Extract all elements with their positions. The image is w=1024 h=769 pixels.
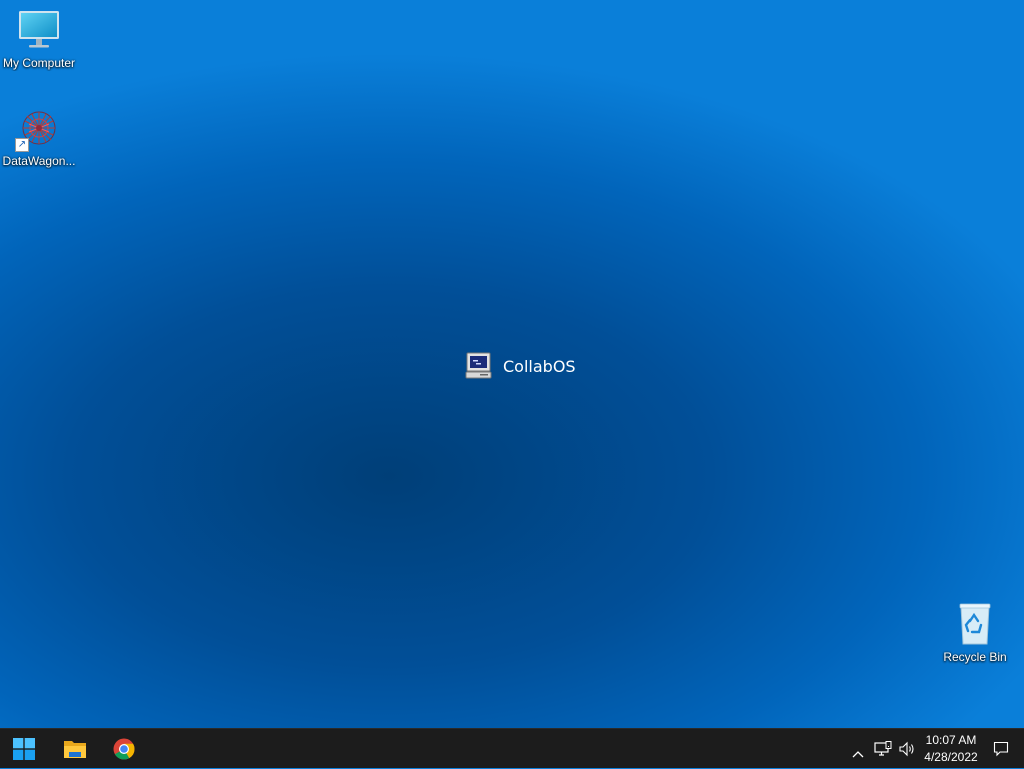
chrome-button[interactable] <box>100 729 148 769</box>
desktop-icon-recycle-bin[interactable]: Recycle Bin <box>936 602 1014 665</box>
chrome-icon <box>113 738 135 760</box>
volume-button[interactable] <box>896 729 918 769</box>
notification-icon <box>993 741 1009 757</box>
shortcut-arrow-icon: ↗ <box>15 138 29 152</box>
desktop-icon-label: My Computer <box>2 56 76 70</box>
desktop-icon-label: Recycle Bin <box>943 650 1007 664</box>
file-explorer-button[interactable] <box>51 729 99 769</box>
desktop[interactable]: My Computer ↗ DataWagon... Recycle Bin C… <box>0 0 1024 728</box>
network-button[interactable] <box>872 729 894 769</box>
desktop-icon-datawagon[interactable]: ↗ DataWagon... <box>0 106 78 169</box>
network-icon <box>874 741 892 757</box>
tray-overflow-button[interactable] <box>848 729 868 769</box>
chevron-up-icon <box>852 745 864 758</box>
collabos-label: CollabOS <box>503 356 576 376</box>
recycle-bin-icon <box>953 602 997 646</box>
notifications-button[interactable] <box>988 729 1014 769</box>
clock[interactable]: 10:07 AM 4/28/2022 <box>916 732 986 766</box>
windows-start-icon <box>13 738 35 760</box>
datawagon-network-icon: ↗ <box>15 106 61 152</box>
desktop-icon-label: DataWagon... <box>2 154 76 168</box>
clock-time: 10:07 AM <box>925 733 977 747</box>
clock-date: 4/28/2022 <box>924 750 978 764</box>
monitor-icon <box>17 8 61 52</box>
desktop-icon-my-computer[interactable]: My Computer <box>0 8 78 71</box>
speaker-icon <box>898 741 916 757</box>
folder-icon <box>63 738 87 760</box>
start-button[interactable] <box>0 729 48 769</box>
taskbar: 10:07 AM 4/28/2022 <box>0 728 1024 768</box>
collabos-brand: CollabOS <box>465 352 576 380</box>
retro-computer-icon <box>465 352 492 380</box>
